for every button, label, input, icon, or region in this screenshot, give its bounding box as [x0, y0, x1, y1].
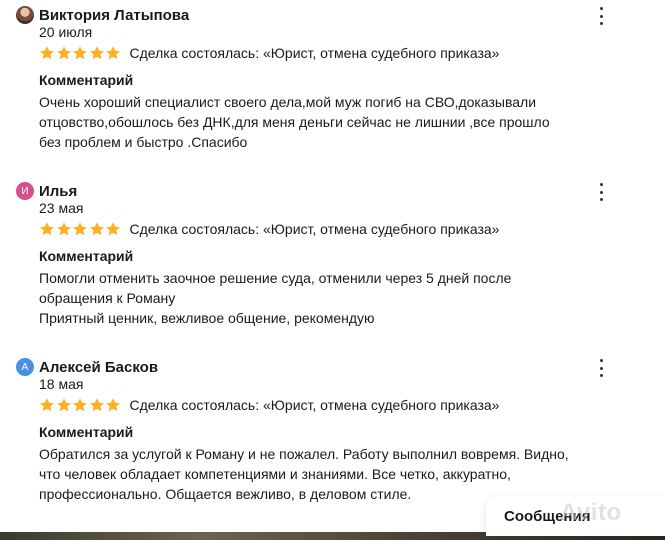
star-icon: [89, 397, 105, 413]
avatar[interactable]: А: [16, 358, 34, 376]
comment-title: Комментарий: [39, 248, 134, 264]
author-name[interactable]: Виктория Латыпова: [39, 7, 189, 24]
deal-row: Сделка состоялась: «Юрист, отмена судебн…: [39, 220, 499, 238]
star-icon: [56, 397, 72, 413]
star-icon: [89, 45, 105, 61]
deal-row: Сделка состоялась: «Юрист, отмена судебн…: [39, 44, 499, 62]
comment-text: Помогли отменить заочное решение суда, о…: [39, 270, 512, 326]
more-options-icon[interactable]: [593, 359, 609, 377]
deal-status: Сделка состоялась: «Юрист, отмена судебн…: [129, 221, 500, 237]
deal-status: Сделка состоялась: «Юрист, отмена судебн…: [129, 397, 500, 413]
star-icon: [72, 45, 88, 61]
star-icon: [39, 45, 55, 61]
star-icon: [39, 397, 55, 413]
star-icon: [39, 221, 55, 237]
star-icon: [89, 221, 105, 237]
star-icon: [105, 45, 121, 61]
more-options-icon[interactable]: [593, 7, 609, 25]
star-icon: [105, 397, 121, 413]
comment-title: Комментарий: [39, 424, 134, 440]
comment-text: Очень хороший специалист своего дела,мой…: [39, 94, 550, 150]
deal-row: Сделка состоялась: «Юрист, отмена судебн…: [39, 396, 499, 414]
rating-stars: [39, 221, 122, 237]
review-date: 18 мая: [39, 376, 84, 392]
star-icon: [56, 221, 72, 237]
avatar[interactable]: И: [16, 182, 34, 200]
review-header: А Алексей Басков: [16, 356, 158, 378]
rating-stars: [39, 45, 122, 61]
author-name[interactable]: Илья: [39, 183, 77, 200]
comment-text: Обратился за услугой к Роману и не пожал…: [39, 446, 569, 502]
star-icon: [56, 45, 72, 61]
star-icon: [72, 397, 88, 413]
author-name[interactable]: Алексей Басков: [39, 359, 158, 376]
review-date: 23 мая: [39, 200, 84, 216]
star-icon: [105, 221, 121, 237]
avito-watermark: Avito: [560, 499, 622, 526]
avatar[interactable]: [16, 6, 34, 24]
review-date: 20 июля: [39, 24, 93, 40]
more-options-icon[interactable]: [593, 183, 609, 201]
comment-title: Комментарий: [39, 72, 134, 88]
rating-stars: [39, 397, 122, 413]
review-header: Виктория Латыпова: [16, 4, 189, 26]
review-header: И Илья: [16, 180, 77, 202]
star-icon: [72, 221, 88, 237]
deal-status: Сделка состоялась: «Юрист, отмена судебн…: [129, 45, 500, 61]
